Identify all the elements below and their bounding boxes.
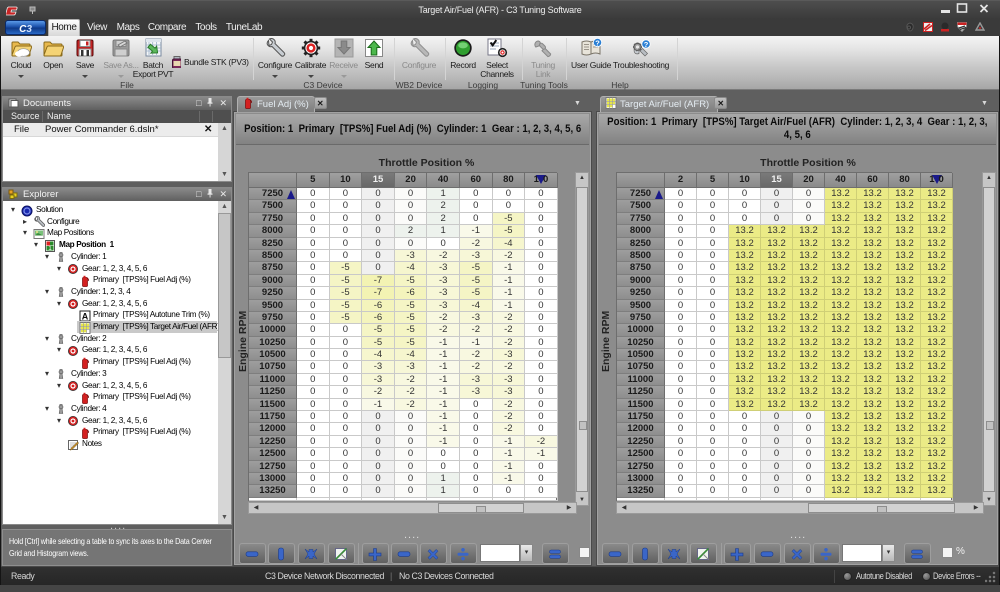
svg-text:?: ?	[644, 40, 649, 49]
svg-text:A: A	[82, 311, 89, 321]
svg-text:?: ?	[595, 39, 600, 48]
